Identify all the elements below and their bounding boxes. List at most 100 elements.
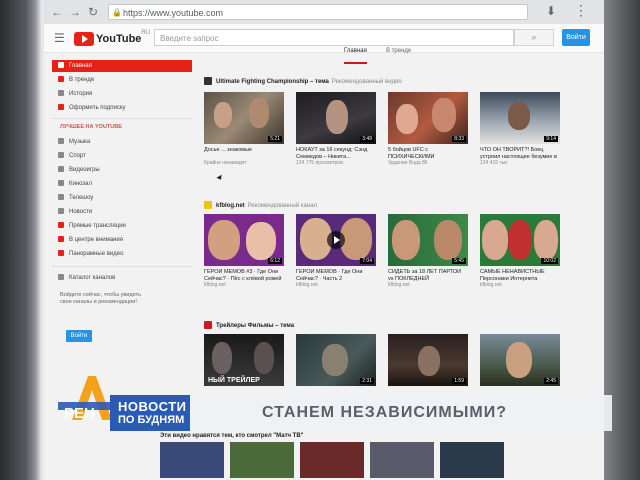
plus-circle-icon xyxy=(58,274,64,281)
search-input[interactable]: Введите запрос xyxy=(154,29,514,46)
play-icon[interactable] xyxy=(327,231,345,249)
video-title[interactable]: НОКАУТ за 16 секунд: Сэнд Семиедов – Ник… xyxy=(296,147,376,160)
search-icon: ⌕ xyxy=(531,32,537,42)
sidebar-item-live[interactable]: Прямые трансляции xyxy=(52,220,192,232)
video-thumbnail[interactable]: 6:12 xyxy=(204,214,284,266)
sidebar-item-movies[interactable]: Кинозал xyxy=(52,178,192,190)
sidebar-item-spotlight[interactable]: В центре внимания xyxy=(52,234,192,246)
sidebar-item-trending[interactable]: В тренде xyxy=(52,74,192,86)
video-duration: 6:12 xyxy=(268,258,282,264)
video-card[interactable]: 7:04 ГЕРОИ МЕМОВ · Где Они Сейчас? · Час… xyxy=(296,214,376,294)
sidebar-item-label: Каталог каналов xyxy=(69,275,116,281)
video-card[interactable]: 5:21 Досье ... знакомые Крайне ненавидят xyxy=(204,92,284,172)
thumbnail-figure xyxy=(208,220,240,260)
section-header[interactable]: Эти видео нравятся тем, кто смотрел "Мат… xyxy=(160,430,304,442)
tab-home[interactable]: Главная xyxy=(344,44,367,64)
video-card[interactable]: 8:33 5 бойцов UFC с ПСИХИЧЕСКИМИ расстро… xyxy=(388,92,468,172)
video-thumbnail[interactable]: 7:04 xyxy=(296,214,376,266)
guide-menu-icon[interactable]: ☰ xyxy=(54,31,65,45)
video-title[interactable]: 5 бойцов UFC с ПСИХИЧЕСКИМИ расстройства… xyxy=(388,147,468,160)
sidebar-item-360[interactable]: Панорамные видео xyxy=(52,248,192,260)
youtube-logo[interactable]: YouTubeRU xyxy=(74,30,150,46)
video-thumbnail[interactable] xyxy=(440,442,504,478)
signin-button[interactable]: Войти xyxy=(562,29,590,46)
section-header[interactable]: kfblog.net Рекомендованный канал xyxy=(204,200,317,212)
video-title[interactable]: САМЫЕ НЕНАВИСТНЫЕ Персонажи Интернета xyxy=(480,269,560,282)
address-bar[interactable]: 🔒 https://www.youtube.com xyxy=(108,4,528,20)
video-thumbnail[interactable]: 9:14 xyxy=(480,92,560,144)
sidebar-item-label: Главная xyxy=(69,63,92,69)
thumbnail-figure xyxy=(534,220,558,260)
video-thumbnail[interactable]: 8:33 xyxy=(388,92,468,144)
sidebar-item-subscribe[interactable]: Оформить подписку xyxy=(52,102,192,114)
video-thumbnail[interactable]: 3:48 xyxy=(296,92,376,144)
sidebar-item-label: История xyxy=(69,91,93,97)
download-icon[interactable]: ⬇ xyxy=(546,4,556,18)
video-card[interactable]: 10:02 САМЫЕ НЕНАВИСТНЫЕ Персонажи Интерн… xyxy=(480,214,560,294)
history-icon xyxy=(58,90,64,97)
video-title[interactable]: ГЕРОИ МЕМОВ #3 · Где Они Сейчас? · Пёс с… xyxy=(204,269,284,282)
home-icon xyxy=(58,62,64,69)
sidebar-item-catalog[interactable]: Каталог каналов xyxy=(52,272,192,284)
forward-icon[interactable]: → xyxy=(68,5,82,19)
reload-icon[interactable]: ↻ xyxy=(86,5,100,19)
login-prompt: Войдите сейчас, чтобы увидеть свои канал… xyxy=(60,292,141,305)
video-card[interactable]: 1:59 xyxy=(388,334,468,386)
thumbnail-figure xyxy=(392,220,420,260)
sidebar-item-label: Музыка xyxy=(69,139,91,145)
video-thumbnail[interactable] xyxy=(230,442,294,478)
sidebar-item-sport[interactable]: Спорт xyxy=(52,150,192,162)
back-icon[interactable]: ← xyxy=(50,5,64,19)
ren-logo-text: РЕН xyxy=(64,405,95,422)
trailer-badge: НЫЙ ТРЕЙЛЕР xyxy=(208,377,260,384)
video-thumbnail[interactable]: 2:45 xyxy=(480,334,560,386)
youtube-header: ☰ YouTubeRU Введите запрос ⌕ Войти xyxy=(44,24,604,53)
sidebar-item-history[interactable]: История xyxy=(52,88,192,100)
thumbnail-figure xyxy=(254,342,274,374)
search-button[interactable]: ⌕ xyxy=(514,29,554,46)
sidebar-item-tvshows[interactable]: Телешоу xyxy=(52,192,192,204)
video-title[interactable]: ЧТО ОН ТВОРИТ?! Боец устроил настоящее б… xyxy=(480,147,560,160)
browser-toolbar: ← → ↻ 🔒 https://www.youtube.com ⬇ ⋮ xyxy=(44,0,604,24)
video-card[interactable]: НЫЙ ТРЕЙЛЕР xyxy=(204,334,284,386)
sidebar-item-news[interactable]: Новости xyxy=(52,206,192,218)
video-thumbnail[interactable] xyxy=(370,442,434,478)
sport-icon xyxy=(58,152,64,159)
video-thumbnail[interactable]: 2:31 xyxy=(296,334,376,386)
video-title[interactable]: ГЕРОИ МЕМОВ · Где Они Сейчас? · Часть 2 xyxy=(296,269,376,282)
video-card[interactable]: 6:12 ГЕРОИ МЕМОВ #3 · Где Они Сейчас? · … xyxy=(204,214,284,294)
section-ufc: Ultimate Fighting Championship – тема Рек… xyxy=(204,76,594,186)
video-thumbnail[interactable]: 5:45 xyxy=(388,214,468,266)
section-header[interactable]: Ultimate Fighting Championship – тема Рек… xyxy=(204,76,402,88)
sidebar-item-music[interactable]: Музыка xyxy=(52,136,192,148)
section-subtitle: Рекомендованный канал xyxy=(247,203,318,209)
video-meta: Крайне ненавидят xyxy=(204,160,247,166)
video-card[interactable]: 3:48 НОКАУТ за 16 секунд: Сэнд Семиедов … xyxy=(296,92,376,172)
sidebar-item-games[interactable]: Видеоигры xyxy=(52,164,192,176)
section-header[interactable]: Трейлеры Фильмы – тема xyxy=(204,320,294,332)
subscriptions-icon xyxy=(58,104,64,111)
video-thumbnail[interactable]: НЫЙ ТРЕЙЛЕР xyxy=(204,334,284,386)
video-thumbnail[interactable]: 1:59 xyxy=(388,334,468,386)
tab-trending[interactable]: В тренде xyxy=(386,44,411,62)
video-card[interactable]: 2:45 xyxy=(480,334,560,386)
video-card[interactable]: 9:14 ЧТО ОН ТВОРИТ?! Боец устроил настоя… xyxy=(480,92,560,172)
menu-icon[interactable]: ⋮ xyxy=(574,2,588,19)
video-thumbnail[interactable] xyxy=(160,442,224,478)
sidebar-signin-button[interactable]: Войти xyxy=(66,330,92,342)
video-title[interactable]: СИДЕТЬ за 18 ЛЕТ ПАРТОЙ vs ПОКЛЕДНЕЙ xyxy=(388,269,468,282)
video-duration: 8:33 xyxy=(452,136,466,142)
thumbnail-figure xyxy=(506,342,532,378)
video-card[interactable]: 5:45 СИДЕТЬ за 18 ЛЕТ ПАРТОЙ vs ПОКЛЕДНЕ… xyxy=(388,214,468,294)
flame-icon xyxy=(58,76,64,83)
video-thumbnail[interactable]: 10:02 xyxy=(480,214,560,266)
video-thumbnail[interactable]: 5:21 xyxy=(204,92,284,144)
video-thumbnail[interactable] xyxy=(300,442,364,478)
channel-avatar xyxy=(204,77,212,86)
sidebar-item-home[interactable]: Главная xyxy=(52,60,192,72)
tv-icon xyxy=(58,194,64,201)
video-meta: kfblog.net xyxy=(296,282,318,288)
video-card[interactable]: 2:31 xyxy=(296,334,376,386)
video-title[interactable]: Досье ... знакомые xyxy=(204,147,284,160)
video-duration: 7:04 xyxy=(360,258,374,264)
